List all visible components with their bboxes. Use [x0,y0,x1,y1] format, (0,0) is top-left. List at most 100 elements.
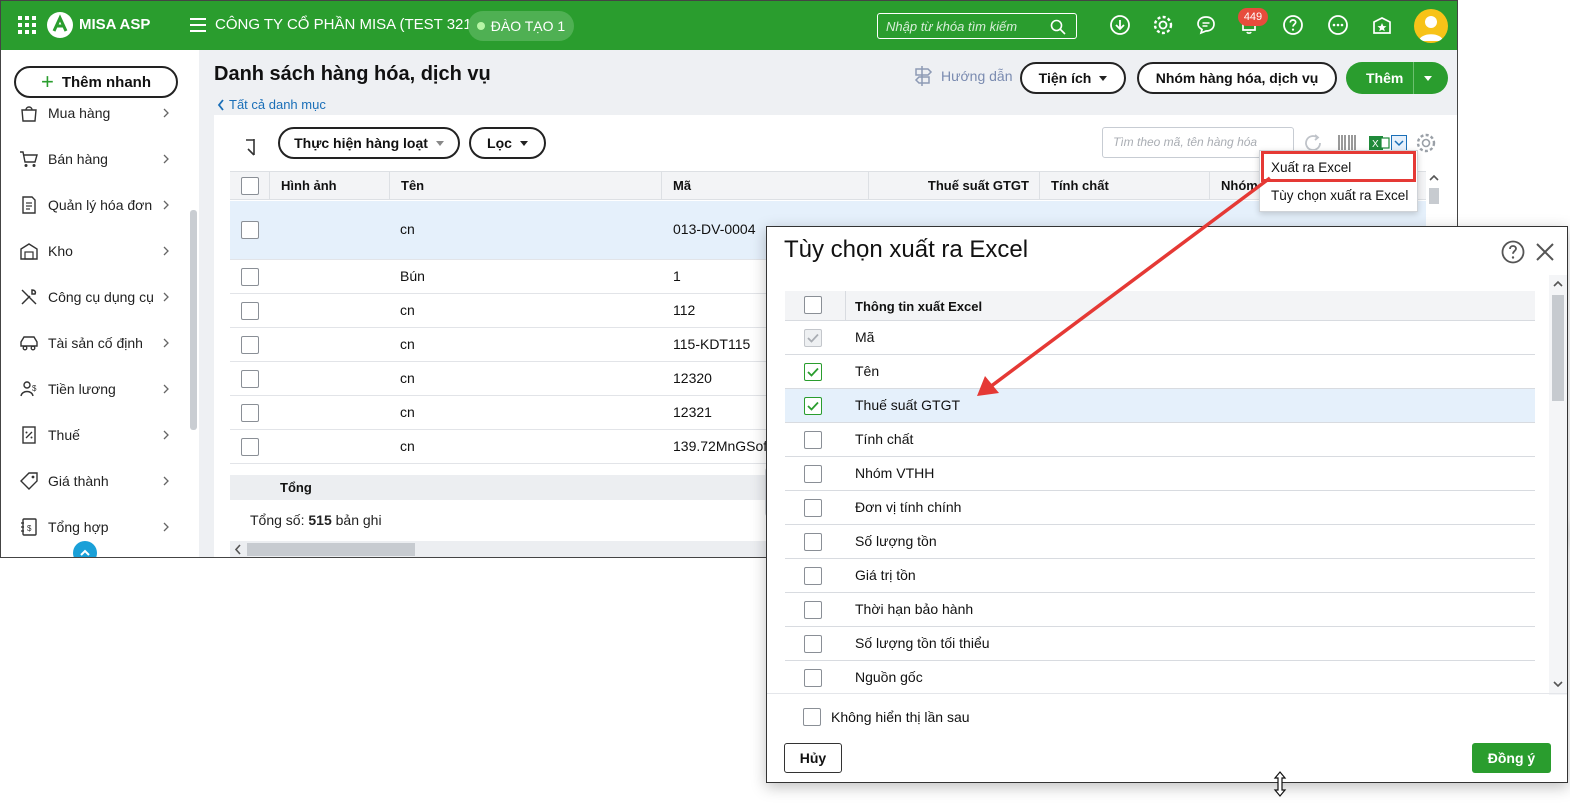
row-checkbox[interactable] [241,302,259,320]
field-checkbox[interactable] [804,363,822,381]
scrollbar-thumb[interactable] [1429,188,1439,204]
environment-badge[interactable]: ĐÀO TẠO 1 [468,11,574,41]
global-search-input[interactable] [886,17,1046,35]
more-icon[interactable] [1326,13,1350,37]
field-row-stock-qty[interactable]: Số lượng tồn [785,525,1535,559]
top-bar: MISA ASP CÔNG TY CỔ PHẦN MISA (TEST 321)… [1,1,1457,50]
field-checkbox[interactable] [804,567,822,585]
dont-show-again-option[interactable]: Không hiển thị lần sau [803,708,970,726]
company-name[interactable]: CÔNG TY CỔ PHẦN MISA (TEST 321) [215,16,477,33]
menu-item-export-options[interactable]: Tùy chọn xuất ra Excel [1271,188,1408,203]
check-icon [807,333,819,343]
caret-down-icon[interactable] [1424,76,1432,81]
row-checkbox[interactable] [241,438,259,456]
dont-show-again-checkbox[interactable] [803,708,821,726]
row-code: 013-DV-0004 [673,221,756,237]
field-checkbox[interactable] [804,533,822,551]
field-row-warranty[interactable]: Thời hạn bảo hành [785,593,1535,627]
field-checkbox[interactable] [804,669,822,687]
field-checkbox[interactable] [804,601,822,619]
row-checkbox[interactable] [241,336,259,354]
column-header-nature[interactable]: Tính chất [1039,172,1209,200]
close-icon[interactable] [1532,239,1558,265]
chevron-right-icon [163,430,169,440]
shopping-bag-icon [21,106,37,122]
sidebar-item-sales[interactable]: Bán hàng [1,139,189,179]
chevron-up-icon[interactable] [1552,279,1564,289]
field-checkbox[interactable] [804,499,822,517]
news-icon[interactable] [1370,13,1394,37]
scrollbar-thumb[interactable] [1552,295,1564,401]
grid-header: Hình ảnh Tên Mã Thuế suất GTGT Tính chất… [230,171,1426,200]
field-row-origin[interactable]: Nguồn gốc [785,661,1535,693]
field-checkbox[interactable] [804,635,822,653]
search-icon[interactable] [1050,19,1066,35]
app-name: MISA ASP [79,16,151,33]
sidebar-item-tools[interactable]: Công cụ dụng cụ [1,277,189,317]
settings-icon[interactable] [1151,13,1175,37]
field-row-name[interactable]: Tên [785,355,1535,389]
row-checkbox[interactable] [241,404,259,422]
global-search[interactable] [877,13,1077,39]
chevron-down-icon[interactable] [1391,135,1407,151]
field-checkbox[interactable] [804,431,822,449]
batch-action-button[interactable]: Thực hiện hàng loạt [278,127,460,159]
row-checkbox[interactable] [241,221,259,239]
menu-icon[interactable] [186,13,210,37]
scrollbar-thumb[interactable] [247,543,415,556]
column-header-image[interactable]: Hình ảnh [269,172,389,200]
field-row-group[interactable]: Nhóm VTHH [785,457,1535,491]
sort-arrow-icon[interactable] [242,135,266,159]
breadcrumb[interactable]: Tất cả danh mục [217,97,326,112]
car-icon [20,336,38,351]
sidebar-item-salary[interactable]: $ Tiền lương [1,369,189,409]
sidebar-item-fixed-assets[interactable]: Tài sản cố định [1,323,189,363]
chat-icon[interactable] [1194,13,1218,37]
column-header-name[interactable]: Tên [389,172,661,200]
notification-count-badge: 449 [1238,8,1268,26]
sidebar-item-cost[interactable]: Giá thành [1,461,189,501]
utilities-button[interactable]: Tiện ích [1020,62,1126,94]
row-checkbox[interactable] [241,268,259,286]
chevron-up-icon[interactable] [1428,173,1440,183]
sidebar-item-invoices[interactable]: Quản lý hóa đơn [1,185,189,225]
chevron-right-icon [163,384,169,394]
add-split-divider [1413,62,1414,94]
grid-search-input[interactable] [1113,135,1283,149]
chevron-up-icon[interactable] [73,541,97,557]
field-row-nature[interactable]: Tính chất [785,423,1535,457]
column-header-code[interactable]: Mã [661,172,868,200]
cancel-button[interactable]: Hủy [784,743,842,773]
field-checkbox[interactable] [804,397,822,415]
ok-button[interactable]: Đồng ý [1472,743,1551,773]
dialog-scrollbar[interactable] [1549,275,1567,695]
filter-button[interactable]: Lọc [469,127,546,159]
avatar[interactable] [1414,9,1448,43]
field-checkbox[interactable] [804,465,822,483]
help-icon[interactable] [1500,239,1526,265]
sidebar-scrollbar[interactable] [190,210,197,430]
horizontal-scrollbar[interactable] [230,541,770,557]
vertical-scrollbar[interactable] [1426,171,1442,211]
field-row-unit[interactable]: Đơn vị tính chính [785,491,1535,525]
row-checkbox[interactable] [241,370,259,388]
field-row-vat[interactable]: Thuế suất GTGT [785,389,1535,423]
download-icon[interactable] [1108,13,1132,37]
select-all-checkbox[interactable] [241,177,259,195]
help-icon[interactable] [1281,13,1305,37]
breadcrumb-label[interactable]: Tất cả danh mục [229,97,326,112]
sidebar-item-tax[interactable]: Thuế [1,415,189,455]
column-header-vat[interactable]: Thuế suất GTGT [868,172,1039,200]
sidebar-item-warehouse[interactable]: Kho [1,231,189,271]
product-groups-button[interactable]: Nhóm hàng hóa, dịch vụ [1137,62,1337,94]
field-row-code[interactable]: Mã [785,321,1535,355]
chevron-left-icon[interactable] [233,544,243,555]
help-guide-link[interactable]: Hướng dẫn [911,64,1012,88]
chevron-down-icon[interactable] [1552,679,1564,689]
sidebar-item-purchasing[interactable]: Mua hàng [1,93,189,133]
add-button[interactable]: Thêm [1346,62,1448,94]
field-row-min-stock[interactable]: Số lượng tồn tối thiểu [785,627,1535,661]
field-row-stock-value[interactable]: Giá trị tồn [785,559,1535,593]
select-all-fields-checkbox[interactable] [804,296,822,314]
apps-grid-icon[interactable] [15,13,39,37]
